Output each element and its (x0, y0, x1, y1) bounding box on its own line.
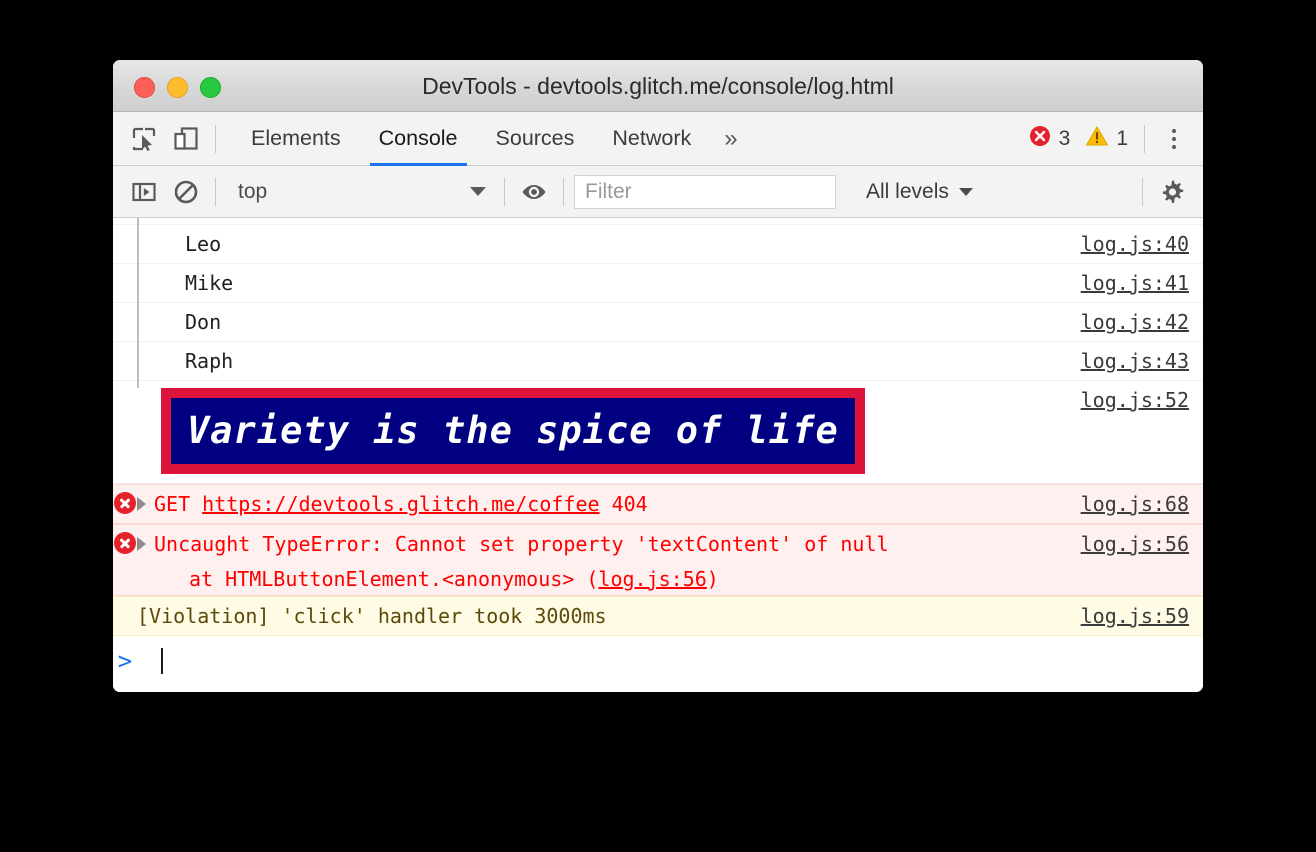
filterbar-right-group (1134, 171, 1203, 213)
row-gutter (113, 264, 137, 271)
console-row-leo-source[interactable]: log.js:40 (1081, 225, 1203, 263)
prompt-arrow-icon: > (113, 642, 137, 678)
tab-elements[interactable]: Elements (232, 112, 360, 166)
network-error-status: 404 (612, 492, 648, 516)
console-row-network-error-content: GET https://devtools.glitch.me/coffee 40… (137, 485, 1081, 523)
error-circle-icon (1028, 124, 1052, 154)
window-titlebar: DevTools - devtools.glitch.me/console/lo… (113, 60, 1203, 112)
tab-console-label: Console (379, 126, 458, 151)
console-row-raph-source[interactable]: log.js:43 (1081, 342, 1203, 380)
row-error-icon-gutter (113, 525, 137, 554)
inspect-element-icon[interactable] (123, 118, 165, 160)
tab-network-label: Network (612, 126, 691, 151)
console-row-violation-source[interactable]: log.js:59 (1081, 597, 1203, 635)
exception-stack-prefix: at HTMLButtonElement.<anonymous> ( (189, 567, 598, 591)
warning-triangle-icon (1085, 124, 1109, 154)
console-row-clipped[interactable]: log.js:39 (113, 218, 1203, 225)
console-row-violation-text: [Violation] 'click' handler took 3000ms (137, 597, 1081, 635)
filterbar-divider-4 (1142, 178, 1143, 206)
console-row-don[interactable]: Don log.js:42 (113, 303, 1203, 342)
tab-console[interactable]: Console (360, 112, 477, 166)
execution-context-selector[interactable]: top (224, 175, 496, 209)
network-error-url[interactable]: https://devtools.glitch.me/coffee (202, 492, 599, 516)
row-gutter (113, 597, 137, 604)
console-row-clipped-source[interactable]: log.js:39 (1081, 218, 1203, 225)
exception-stack-suffix: ) (707, 567, 719, 591)
console-row-styled-source[interactable]: log.js:52 (1081, 381, 1203, 419)
expand-triangle-icon[interactable] (137, 497, 146, 511)
console-row-leo-text: Leo (137, 225, 1081, 263)
clear-console-icon[interactable] (165, 171, 207, 213)
live-expression-eye-icon[interactable] (513, 171, 555, 213)
error-count: 3 (1059, 127, 1071, 151)
row-gutter (113, 218, 137, 225)
console-row-raph-text: Raph (137, 342, 1081, 380)
tab-sources-label: Sources (496, 126, 575, 151)
console-message-list[interactable]: log.js:39 Leo log.js:40 Mike log.js:41 D… (113, 218, 1203, 692)
console-row-violation[interactable]: [Violation] 'click' handler took 3000ms … (113, 596, 1203, 636)
console-row-mike-text: Mike (137, 264, 1081, 302)
console-filter-toolbar: top Filter All levels (113, 166, 1203, 218)
tab-sources[interactable]: Sources (477, 112, 594, 166)
console-row-exception[interactable]: Uncaught TypeError: Cannot set property … (113, 524, 1203, 596)
kebab-menu-icon[interactable] (1153, 118, 1195, 160)
window-title: DevTools - devtools.glitch.me/console/lo… (113, 60, 1203, 112)
console-filter-placeholder: Filter (585, 180, 632, 204)
console-row-exception-content: Uncaught TypeError: Cannot set property … (137, 525, 1081, 595)
devtools-tabbar: Elements Console Sources Network » (113, 112, 1203, 166)
exception-stack-link[interactable]: log.js:56 (598, 567, 706, 591)
chevron-down-icon (959, 188, 973, 196)
console-row-exception-source[interactable]: log.js:56 (1081, 525, 1203, 563)
filterbar-divider-3 (563, 178, 564, 206)
row-gutter (113, 303, 137, 310)
error-circle-icon (114, 492, 136, 514)
tabbar-right-divider (1144, 125, 1145, 153)
exception-message: Uncaught TypeError: Cannot set property … (154, 532, 889, 556)
row-gutter (113, 225, 137, 232)
log-level-selector[interactable]: All levels (854, 175, 985, 209)
device-toolbar-icon[interactable] (165, 118, 207, 160)
exception-stack-line: at HTMLButtonElement.<anonymous> (log.js… (137, 563, 1071, 595)
console-row-styled-content: Variety is the spice of life (137, 381, 1081, 483)
console-row-raph[interactable]: Raph log.js:43 (113, 342, 1203, 381)
filterbar-divider-2 (504, 178, 505, 206)
tab-elements-label: Elements (251, 126, 341, 151)
error-circle-icon (114, 532, 136, 554)
console-row-don-source[interactable]: log.js:42 (1081, 303, 1203, 341)
issue-counters[interactable]: 3 1 (1028, 124, 1136, 154)
network-error-method: GET (154, 492, 190, 516)
console-sidebar-icon[interactable] (123, 171, 165, 213)
expand-triangle-icon[interactable] (137, 537, 146, 551)
chevron-down-icon (470, 187, 486, 196)
filterbar-divider-1 (215, 178, 216, 206)
console-row-mike-source[interactable]: log.js:41 (1081, 264, 1203, 302)
warning-count: 1 (1116, 127, 1128, 151)
console-row-network-error[interactable]: GET https://devtools.glitch.me/coffee 40… (113, 484, 1203, 524)
console-group-indent-rule (137, 218, 139, 388)
console-row-don-text: Don (137, 303, 1081, 341)
styled-message-text: Variety is the spice of life (161, 388, 865, 474)
prompt-text-caret (161, 648, 163, 674)
tabbar-right-group: 3 1 (1028, 118, 1203, 160)
console-row-styled[interactable]: Variety is the spice of life log.js:52 (113, 381, 1203, 484)
console-filter-input[interactable]: Filter (574, 175, 836, 209)
panel-tabs: Elements Console Sources Network » (232, 112, 752, 166)
console-row-network-error-source[interactable]: log.js:68 (1081, 485, 1203, 523)
row-error-icon-gutter (113, 485, 137, 514)
row-gutter (113, 342, 137, 349)
execution-context-label: top (238, 180, 470, 204)
row-gutter (113, 381, 137, 388)
tab-overflow-button[interactable]: » (710, 112, 751, 166)
log-level-label: All levels (866, 180, 949, 204)
settings-gear-icon[interactable] (1151, 171, 1193, 213)
devtools-window: DevTools - devtools.glitch.me/console/lo… (113, 60, 1203, 692)
chevron-double-right-icon: » (724, 125, 737, 153)
console-row-mike[interactable]: Mike log.js:41 (113, 264, 1203, 303)
tab-network[interactable]: Network (593, 112, 710, 166)
console-row-leo[interactable]: Leo log.js:40 (113, 225, 1203, 264)
console-prompt[interactable]: > (113, 636, 1203, 692)
tabbar-divider (215, 125, 216, 153)
